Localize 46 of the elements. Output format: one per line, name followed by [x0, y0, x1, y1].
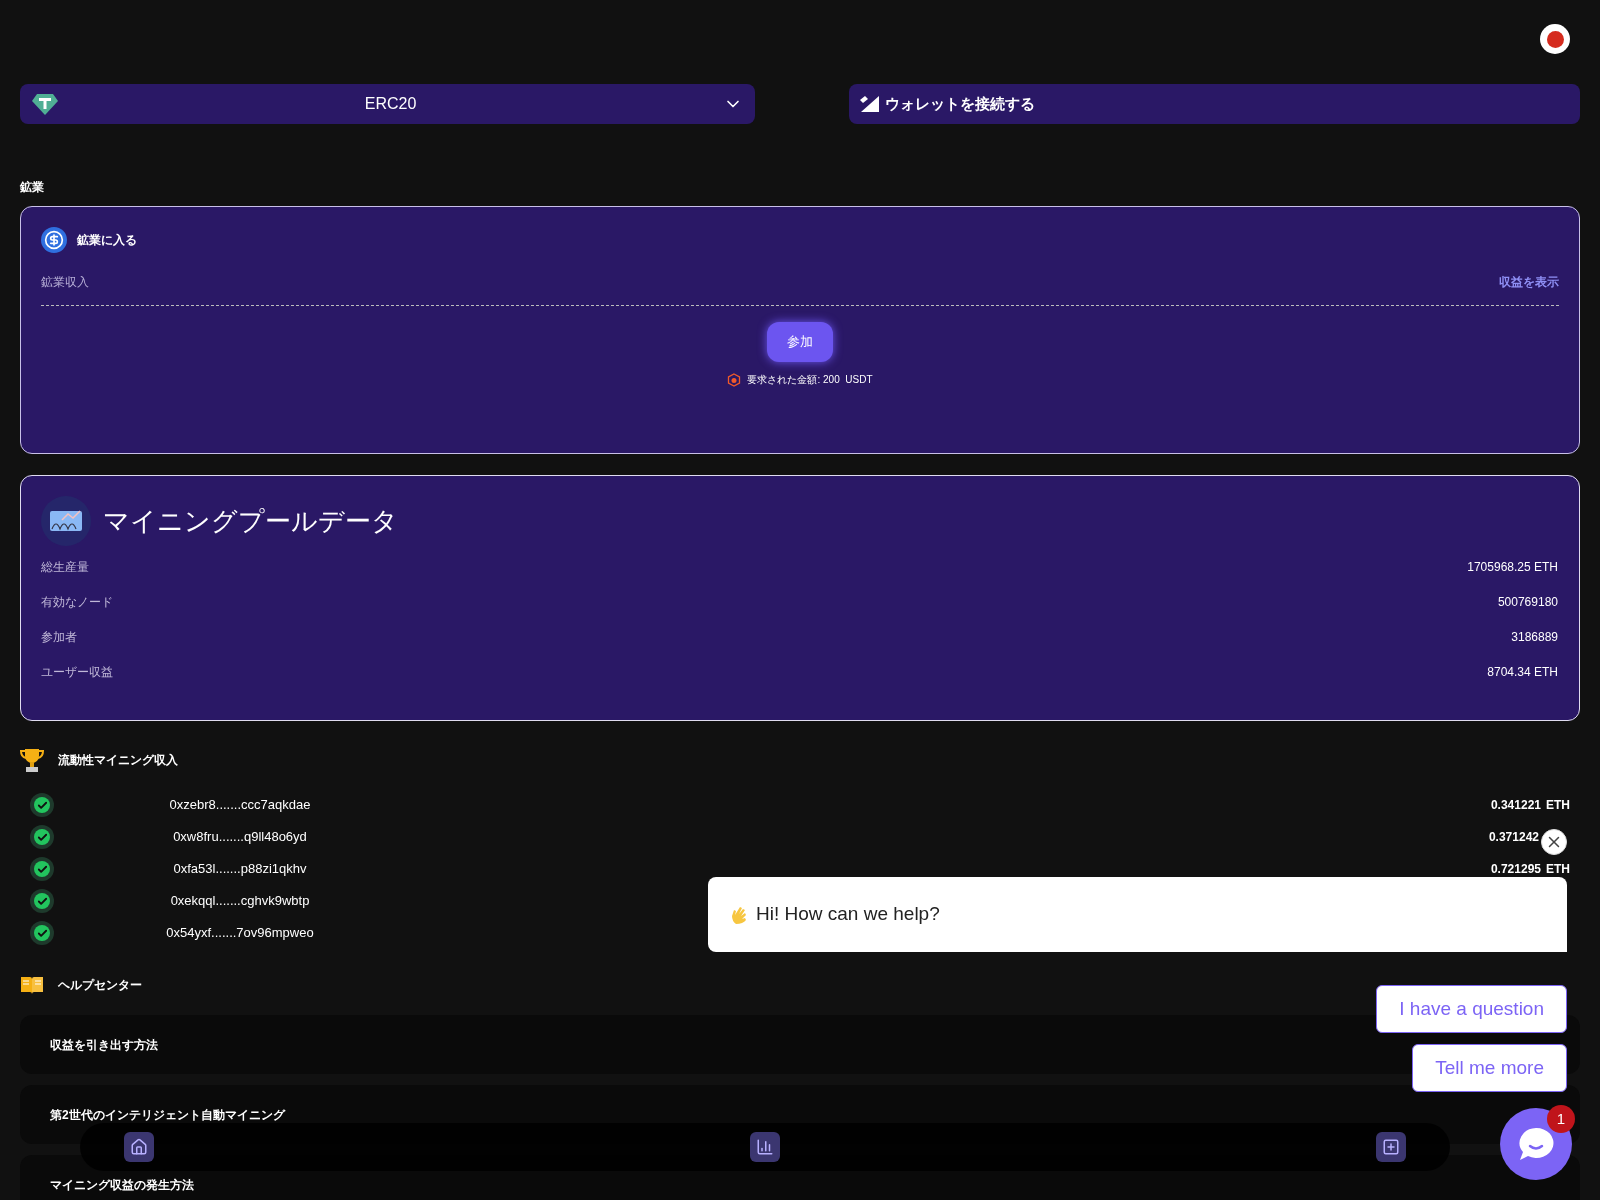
- add-icon[interactable]: [1376, 1132, 1406, 1162]
- chat-icon: [1517, 1126, 1555, 1162]
- stat-value: 8704.34 ETH: [1487, 664, 1558, 681]
- quick-reply-button[interactable]: I have a question: [1376, 985, 1567, 1033]
- stat-value: 1705968.25 ETH: [1467, 559, 1558, 576]
- dollar-coin-icon: [41, 227, 67, 253]
- earning-amount: 0.341221: [1490, 797, 1541, 814]
- wallet-address: 0xw8fru.......q9ll48o6yd: [172, 828, 308, 847]
- quick-reply-button[interactable]: Tell me more: [1412, 1044, 1567, 1092]
- close-button[interactable]: [1541, 829, 1567, 855]
- home-icon[interactable]: [124, 1132, 154, 1162]
- stat-value: 3186889: [1511, 629, 1558, 646]
- liquidity-title: 流動性マイニング収入: [58, 752, 178, 769]
- trophy-icon: [20, 747, 44, 773]
- earning-amount: 0.371242: [1488, 829, 1539, 846]
- earning-amount: 0.721295: [1490, 861, 1541, 878]
- currency-unit: ETH: [1546, 861, 1570, 878]
- currency-unit: ETH: [1546, 797, 1570, 814]
- wallet-address: 0xekqql.......cghvk9wbtp: [169, 892, 311, 911]
- tether-icon: [32, 92, 58, 116]
- wallet-address: 0xfa53l.......p88zi1qkhv: [172, 860, 308, 879]
- stat-label: 有効なノード: [41, 594, 113, 611]
- wallet-address: 0x54yxf.......7ov96mpweo: [165, 924, 315, 943]
- warning-badge-icon: [727, 372, 742, 387]
- flag-icon[interactable]: [1540, 24, 1570, 54]
- view-earnings-link[interactable]: 収益を表示: [1499, 273, 1559, 291]
- pool-data-title: マイニングプールデータ: [103, 504, 398, 538]
- book-icon: [20, 975, 44, 995]
- income-label: 鉱業収入: [41, 274, 89, 291]
- card-title: 鉱業に入る: [77, 232, 137, 249]
- stat-label: 総生産量: [41, 559, 89, 576]
- stat-value: 500769180: [1497, 594, 1558, 611]
- chart-icon[interactable]: [750, 1132, 780, 1162]
- join-button[interactable]: 参加: [767, 322, 833, 362]
- chart-card-icon: [41, 496, 91, 546]
- network-select[interactable]: ERC20: [20, 84, 755, 124]
- help-center-title: ヘルプセンター: [58, 977, 142, 994]
- stat-label: 参加者: [41, 629, 77, 646]
- section-title: 鉱業: [20, 179, 45, 196]
- stat-label: ユーザー収益: [41, 664, 113, 681]
- wallet-address: 0xzebr8.......ccc7aqkdae: [168, 796, 312, 815]
- connect-wallet-button[interactable]: ウォレットを接続する: [849, 84, 1580, 124]
- wallet-icon: [859, 94, 881, 114]
- chat-greeting: Hi! How can we help?: [756, 902, 940, 927]
- network-value: ERC20: [363, 94, 418, 114]
- required-amount: 要求された金額: 200 USDT: [747, 373, 873, 387]
